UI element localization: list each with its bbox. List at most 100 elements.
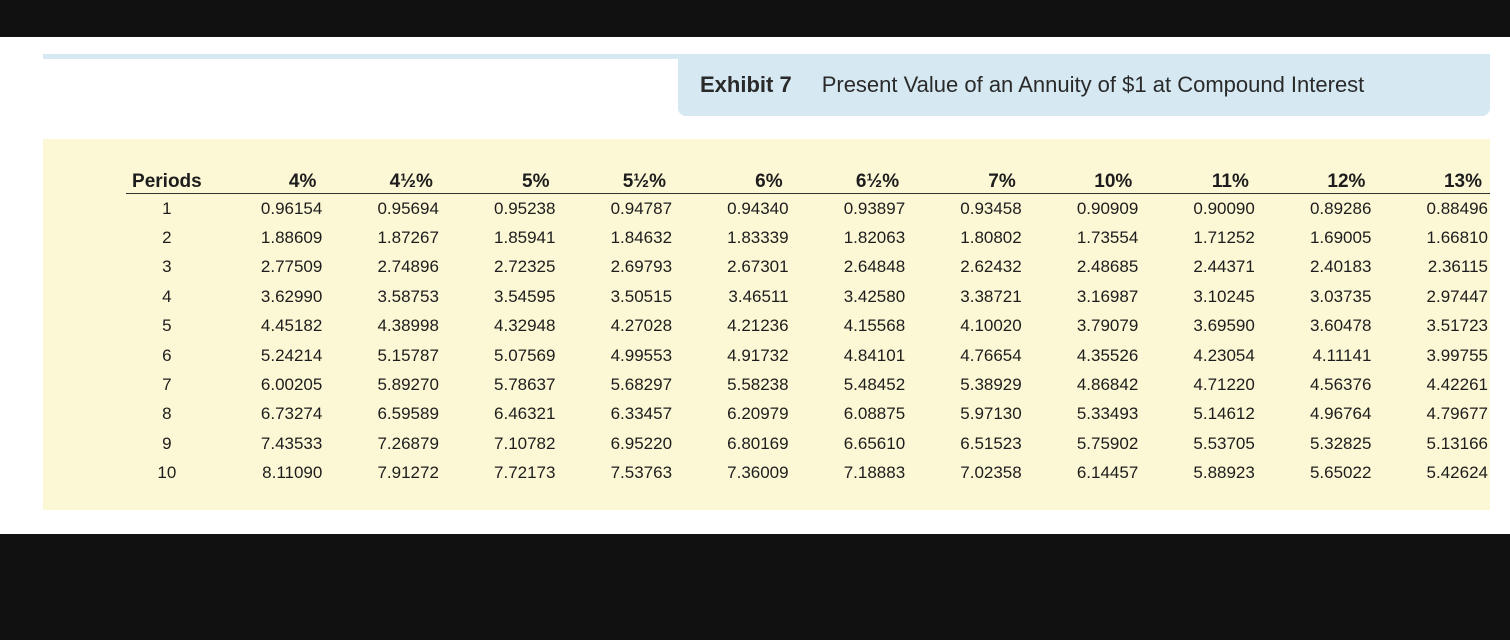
value-cell: 7.91272 xyxy=(377,463,439,483)
value-cell: 3.10245 xyxy=(1193,286,1255,306)
table-row: 7 6.00205 5.89270 5.78637 5.68297 5.58238 5.48… xyxy=(126,370,1490,399)
value-cell: 6.14457 xyxy=(1076,463,1139,483)
table-row: 3 2.77509 2.74896 2.72325 2.69793 2.67301 2.64… xyxy=(126,253,1490,282)
value-cell: 3.60478 xyxy=(1309,316,1372,336)
value-cell: 4.23054 xyxy=(1193,345,1255,365)
value-cell: 0.88496 xyxy=(1426,198,1488,218)
table-row: 10 8.11090 7.91272 7.72173 7.53763 7.36009 7.1… xyxy=(126,459,1490,488)
value-cell: 6.33457 xyxy=(610,404,673,424)
value-cell: 5.78637 xyxy=(494,375,556,395)
value-cell: 0.95238 xyxy=(494,198,556,218)
value-cell: 6.59589 xyxy=(377,404,439,424)
value-cell: 7.53763 xyxy=(610,463,673,483)
value-cell: 5.07569 xyxy=(494,345,556,365)
value-cell: 2.67301 xyxy=(727,257,789,277)
value-cell: 5.32825 xyxy=(1309,433,1372,453)
column-header-rate: 4½% xyxy=(324,165,441,194)
value-cell: 4.15568 xyxy=(843,316,906,336)
value-cell: 5.89270 xyxy=(377,375,439,395)
value-cell: 0.95694 xyxy=(377,198,439,218)
value-cell: 1.87267 xyxy=(377,228,439,248)
value-cell: 3.54595 xyxy=(494,286,556,306)
value-cell: 1.71252 xyxy=(1193,228,1255,248)
value-cell: 5.13166 xyxy=(1426,433,1488,453)
value-cell: 0.93897 xyxy=(843,198,906,218)
value-cell: 2.97447 xyxy=(1426,286,1488,306)
value-cell: 4.10020 xyxy=(960,316,1022,336)
value-cell: 3.69590 xyxy=(1193,316,1255,336)
value-cell: 1.83339 xyxy=(727,228,789,248)
value-cell: 5.97130 xyxy=(960,404,1022,424)
table-row: 8 6.73274 6.59589 6.46321 6.33457 6.20979 6.08… xyxy=(126,400,1490,429)
value-cell: 2.69793 xyxy=(610,257,673,277)
annuity-table: Periods 4% 4½% 5% 5½% 6% 6½% 7% 10% 11% 12% 13% 1 0.… xyxy=(126,165,1490,488)
value-cell: 3.99755 xyxy=(1426,345,1488,365)
exhibit-title: Present Value of an Annuity of $1 at Com… xyxy=(821,72,1365,97)
value-cell: 4.79677 xyxy=(1426,404,1488,424)
column-header-rate: 7% xyxy=(907,165,1024,194)
column-header-periods: Periods xyxy=(126,165,208,194)
value-cell: 2.72325 xyxy=(494,257,556,277)
value-cell: 1.88609 xyxy=(260,228,323,248)
value-cell: 2.62432 xyxy=(960,257,1022,277)
value-cell: 7.26879 xyxy=(377,433,439,453)
value-cell: 1.85941 xyxy=(494,228,556,248)
value-cell: 5.38929 xyxy=(960,375,1022,395)
value-cell: 5.24214 xyxy=(260,345,323,365)
value-cell: 2.64848 xyxy=(843,257,906,277)
column-header-rate: 11% xyxy=(1140,165,1257,194)
period-cell: 6 xyxy=(162,345,172,365)
value-cell: 5.53705 xyxy=(1193,433,1255,453)
period-cell: 10 xyxy=(157,463,177,483)
value-cell: 2.48685 xyxy=(1076,257,1139,277)
value-cell: 2.36115 xyxy=(1427,257,1488,277)
column-header-rate: 12% xyxy=(1256,165,1374,194)
value-cell: 2.44371 xyxy=(1193,257,1255,277)
value-cell: 6.51523 xyxy=(960,433,1022,453)
value-cell: 4.96764 xyxy=(1309,404,1372,424)
value-cell: 8.11090 xyxy=(262,463,323,483)
value-cell: 0.94340 xyxy=(727,198,789,218)
value-cell: 6.80169 xyxy=(727,433,789,453)
value-cell: 3.62990 xyxy=(260,286,323,306)
value-cell: 2.74896 xyxy=(377,257,439,277)
value-cell: 0.90090 xyxy=(1193,198,1255,218)
value-cell: 0.90909 xyxy=(1076,198,1139,218)
period-cell: 2 xyxy=(162,228,172,248)
value-cell: 4.56376 xyxy=(1309,375,1372,395)
value-cell: 1.84632 xyxy=(610,228,673,248)
value-cell: 5.42624 xyxy=(1426,463,1488,483)
value-cell: 1.69005 xyxy=(1309,228,1372,248)
table-panel: Periods 4% 4½% 5% 5½% 6% 6½% 7% 10% 11% 12% 13% 1 0.… xyxy=(43,139,1490,510)
period-cell: 9 xyxy=(162,433,172,453)
value-cell: 4.32948 xyxy=(494,316,556,336)
column-header-rate: 10% xyxy=(1023,165,1141,194)
value-cell: 4.76654 xyxy=(960,345,1022,365)
value-cell: 4.27028 xyxy=(610,316,673,336)
value-cell: 3.42580 xyxy=(843,286,906,306)
table-row: 2 1.88609 1.87267 1.85941 1.84632 1.83339 1.82… xyxy=(126,223,1490,252)
value-cell: 3.03735 xyxy=(1309,286,1372,306)
value-cell: 4.38998 xyxy=(377,316,439,336)
value-cell: 2.77509 xyxy=(260,257,323,277)
exhibit-caption: Exhibit 7 Present Value of an Annuity of… xyxy=(678,54,1490,116)
value-cell: 5.75902 xyxy=(1076,433,1139,453)
value-cell: 1.73554 xyxy=(1076,228,1139,248)
value-cell: 6.73274 xyxy=(260,404,323,424)
value-cell: 3.58753 xyxy=(377,286,439,306)
value-cell: 4.91732 xyxy=(727,345,789,365)
column-header-rate: 4% xyxy=(207,165,325,194)
table-body: 1 0.96154 0.95694 0.95238 0.94787 0.94340 0.93… xyxy=(126,194,1490,488)
value-cell: 0.89286 xyxy=(1309,198,1372,218)
value-cell: 5.88923 xyxy=(1193,463,1255,483)
value-cell: 6.08875 xyxy=(843,404,906,424)
value-cell: 4.21236 xyxy=(727,316,789,336)
value-cell: 3.38721 xyxy=(960,286,1022,306)
value-cell: 3.50515 xyxy=(610,286,673,306)
value-cell: 1.80802 xyxy=(960,228,1022,248)
value-cell: 5.48452 xyxy=(843,375,906,395)
value-cell: 3.79079 xyxy=(1076,316,1139,336)
column-header-rate: 13% xyxy=(1373,165,1490,194)
value-cell: 4.11141 xyxy=(1312,345,1372,365)
period-cell: 7 xyxy=(162,375,172,395)
